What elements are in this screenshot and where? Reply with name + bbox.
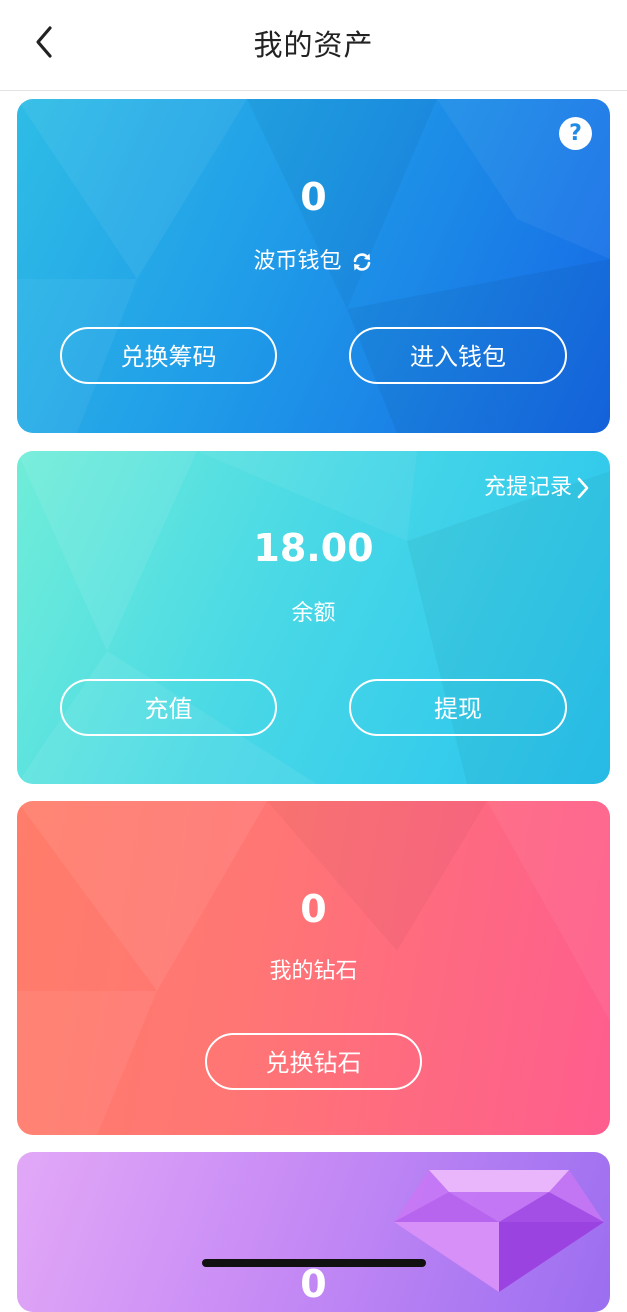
diamond-label: 我的钻石 bbox=[269, 959, 358, 984]
page-title: 我的资产 bbox=[253, 28, 374, 62]
recharge-withdraw-records-link[interactable]: 充提记录 bbox=[484, 469, 590, 501]
refresh-icon[interactable] bbox=[350, 250, 374, 274]
withdraw-button[interactable]: 提现 bbox=[349, 679, 567, 736]
diamond-amount: 0 bbox=[300, 887, 327, 931]
balance-label: 余额 bbox=[291, 601, 336, 626]
help-icon[interactable]: ? bbox=[559, 117, 592, 150]
wallet-label-row: 波币钱包 bbox=[17, 243, 610, 275]
balance-amount: 18.00 bbox=[253, 526, 374, 570]
diamond-card: 0 我的钻石 兑换钻石 bbox=[17, 801, 610, 1135]
records-label: 充提记录 bbox=[483, 475, 572, 500]
top-navigation-bar: 我的资产 bbox=[0, 0, 627, 91]
chevron-right-icon bbox=[577, 477, 589, 499]
gem-amount: 0 bbox=[300, 1262, 327, 1306]
balance-card: 充提记录 18.00 余额 充值 提现 bbox=[17, 451, 610, 784]
recharge-button[interactable]: 充值 bbox=[60, 679, 277, 736]
enter-wallet-button[interactable]: 进入钱包 bbox=[349, 327, 567, 384]
home-indicator bbox=[202, 1259, 426, 1267]
exchange-diamonds-button[interactable]: 兑换钻石 bbox=[205, 1033, 422, 1090]
gem-card: 0 bbox=[17, 1152, 610, 1312]
wallet-label: 波币钱包 bbox=[253, 249, 342, 274]
exchange-chips-button[interactable]: 兑换筹码 bbox=[60, 327, 277, 384]
wallet-amount: 0 bbox=[300, 175, 327, 219]
wallet-card: ? 0 波币钱包 兑换筹码 进入钱包 bbox=[17, 99, 610, 433]
